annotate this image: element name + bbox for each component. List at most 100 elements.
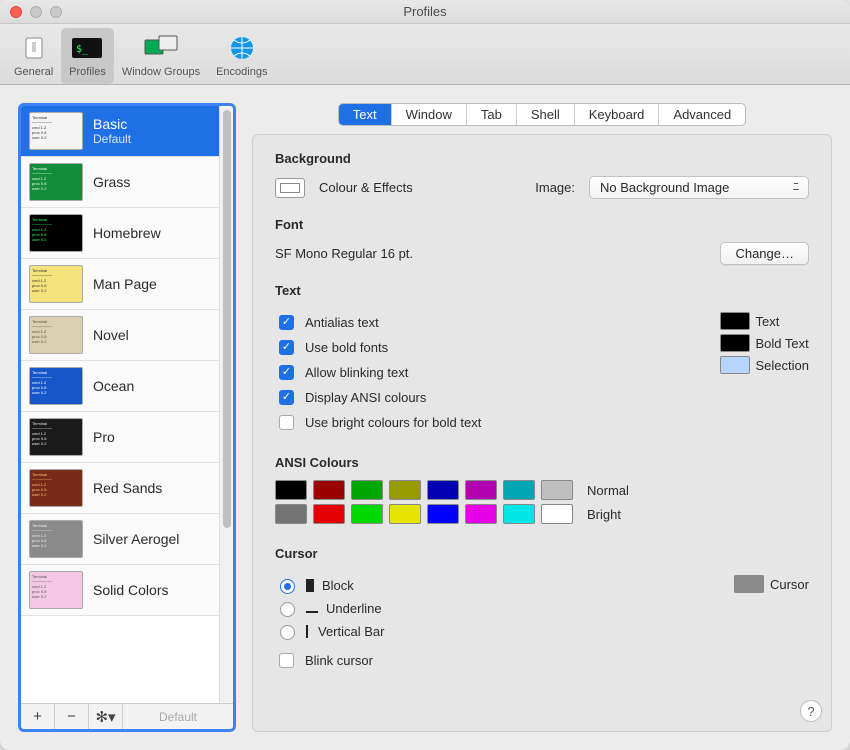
radio[interactable] — [280, 579, 295, 594]
background-effects-label: Colour & Effects — [319, 180, 413, 195]
titlebar: Profiles — [0, 0, 850, 24]
profile-row-solid-colors[interactable]: Terminal───────cmd 1.2proc 0.8user 0.2So… — [21, 565, 219, 616]
checkbox[interactable] — [279, 390, 294, 405]
encodings-icon — [224, 32, 260, 64]
svg-text:$_: $_ — [76, 44, 89, 55]
add-profile-button[interactable]: + — [21, 704, 55, 729]
background-image-popup[interactable]: No Background Image — [589, 176, 809, 199]
text-check-2[interactable]: Allow blinking text — [275, 362, 680, 383]
radio-label: Underline — [326, 601, 382, 616]
normal-ansi-2-button[interactable] — [351, 480, 383, 500]
bright-ansi-2-button[interactable] — [351, 504, 383, 524]
background-heading: Background — [275, 151, 809, 166]
bright-ansi-label: Bright — [587, 507, 621, 522]
cursor-heading: Cursor — [275, 546, 809, 561]
bright-ansi-1-button[interactable] — [313, 504, 345, 524]
text-check-0[interactable]: Antialias text — [275, 312, 680, 333]
tab-text[interactable]: Text — [339, 104, 392, 125]
set-default-button[interactable]: Default — [123, 704, 233, 729]
normal-ansi-6-button[interactable] — [503, 480, 535, 500]
tab-tab[interactable]: Tab — [467, 104, 517, 125]
profile-row-grass[interactable]: Terminal───────cmd 1.2proc 0.8user 0.2Gr… — [21, 157, 219, 208]
remove-profile-button[interactable]: − — [55, 704, 89, 729]
profile-name: Novel — [93, 327, 129, 343]
checkbox[interactable] — [279, 415, 294, 430]
profile-row-basic[interactable]: Terminal───────cmd 1.2proc 0.8user 0.2Ba… — [21, 106, 219, 157]
checkbox-label: Blink cursor — [305, 653, 373, 668]
profile-name: Pro — [93, 429, 115, 445]
normal-ansi-0-button[interactable] — [275, 480, 307, 500]
bright-ansi-3-button[interactable] — [389, 504, 421, 524]
text-check-4[interactable]: Use bright colours for bold text — [275, 412, 680, 433]
font-heading: Font — [275, 217, 809, 232]
change-font-button[interactable]: Change… — [720, 242, 809, 265]
profile-row-silver-aerogel[interactable]: Terminal───────cmd 1.2proc 0.8user 0.2 Si… — [21, 514, 219, 565]
cursor-colour-label: Cursor — [770, 577, 809, 592]
normal-ansi-1-button[interactable] — [313, 480, 345, 500]
profiles-icon: $_ — [69, 32, 105, 64]
profile-name: Red Sands — [93, 480, 162, 496]
profile-row-homebrew[interactable]: Terminal───────cmd 1.2proc 0.8user 0.2Ho… — [21, 208, 219, 259]
profile-thumb-icon: Terminal───────cmd 1.2proc 0.8user 0.2 — [29, 214, 83, 252]
normal-ansi-4-button[interactable] — [427, 480, 459, 500]
checkbox[interactable] — [279, 365, 294, 380]
text-check-3[interactable]: Display ANSI colours — [275, 387, 680, 408]
checkbox[interactable] — [279, 315, 294, 330]
font-value: SF Mono Regular 16 pt. — [275, 246, 413, 261]
tab-window[interactable]: Window — [392, 104, 467, 125]
toolbar-general[interactable]: General — [6, 28, 61, 84]
bright-ansi-4-button[interactable] — [427, 504, 459, 524]
background-image-label: Image: — [535, 180, 575, 195]
profile-row-novel[interactable]: Terminal───────cmd 1.2proc 0.8user 0.2No… — [21, 310, 219, 361]
tab-shell[interactable]: Shell — [517, 104, 575, 125]
blink-cursor-check[interactable]: Blink cursor — [275, 650, 694, 671]
checkbox[interactable] — [279, 653, 294, 668]
tab-keyboard[interactable]: Keyboard — [575, 104, 660, 125]
cursor-radio-under[interactable]: Underline — [275, 599, 694, 617]
cursor-radio-block[interactable]: Block — [275, 576, 694, 594]
bold-text-colour-button[interactable] — [720, 334, 750, 352]
bright-ansi-7-button[interactable] — [541, 504, 573, 524]
cursor-radio-bar[interactable]: Vertical Bar — [275, 622, 694, 640]
checkbox-label: Use bold fonts — [305, 340, 388, 355]
profile-actions-button[interactable]: ✻▾ — [89, 704, 123, 729]
swatch-label: Bold Text — [756, 336, 809, 351]
checkbox-label: Use bright colours for bold text — [305, 415, 481, 430]
selection-colour-button[interactable] — [720, 356, 750, 374]
tab-advanced[interactable]: Advanced — [659, 104, 745, 125]
profile-name: Solid Colors — [93, 582, 168, 598]
checkbox-label: Allow blinking text — [305, 365, 408, 380]
normal-ansi-5-button[interactable] — [465, 480, 497, 500]
profile-tabbar: TextWindowTabShellKeyboardAdvanced — [338, 103, 746, 126]
profile-name: Silver Aerogel — [93, 531, 179, 547]
toolbar-window-groups[interactable]: Window Groups — [114, 28, 208, 84]
profile-row-pro[interactable]: Terminal───────cmd 1.2proc 0.8user 0.2Pr… — [21, 412, 219, 463]
background-colour-button[interactable] — [275, 178, 305, 198]
radio[interactable] — [280, 602, 295, 617]
checkbox-label: Antialias text — [305, 315, 379, 330]
profile-subtitle: Default — [93, 132, 131, 146]
bright-ansi-5-button[interactable] — [465, 504, 497, 524]
toolbar-encodings[interactable]: Encodings — [208, 28, 275, 84]
toolbar-profiles[interactable]: $_Profiles — [61, 28, 114, 84]
profile-thumb-icon: Terminal───────cmd 1.2proc 0.8user 0.2 — [29, 265, 83, 303]
normal-ansi-label: Normal — [587, 483, 629, 498]
profile-row-man-page[interactable]: Terminal───────cmd 1.2proc 0.8user 0.2Ma… — [21, 259, 219, 310]
sidebar-scrollbar[interactable] — [219, 106, 233, 703]
checkbox-label: Display ANSI colours — [305, 390, 426, 405]
text-colour-button[interactable] — [720, 312, 750, 330]
swatch-label: Text — [756, 314, 780, 329]
cursor-colour-button[interactable] — [734, 575, 764, 593]
radio[interactable] — [280, 625, 295, 640]
help-button[interactable]: ? — [800, 700, 822, 722]
profile-row-red-sands[interactable]: Terminal───────cmd 1.2proc 0.8user 0.2Re… — [21, 463, 219, 514]
normal-ansi-3-button[interactable] — [389, 480, 421, 500]
bright-ansi-6-button[interactable] — [503, 504, 535, 524]
radio-label: Block — [322, 578, 354, 593]
checkbox[interactable] — [279, 340, 294, 355]
normal-ansi-7-button[interactable] — [541, 480, 573, 500]
text-check-1[interactable]: Use bold fonts — [275, 337, 680, 358]
profile-row-ocean[interactable]: Terminal───────cmd 1.2proc 0.8user 0.2Oc… — [21, 361, 219, 412]
profile-thumb-icon: Terminal───────cmd 1.2proc 0.8user 0.2 — [29, 520, 83, 558]
bright-ansi-0-button[interactable] — [275, 504, 307, 524]
